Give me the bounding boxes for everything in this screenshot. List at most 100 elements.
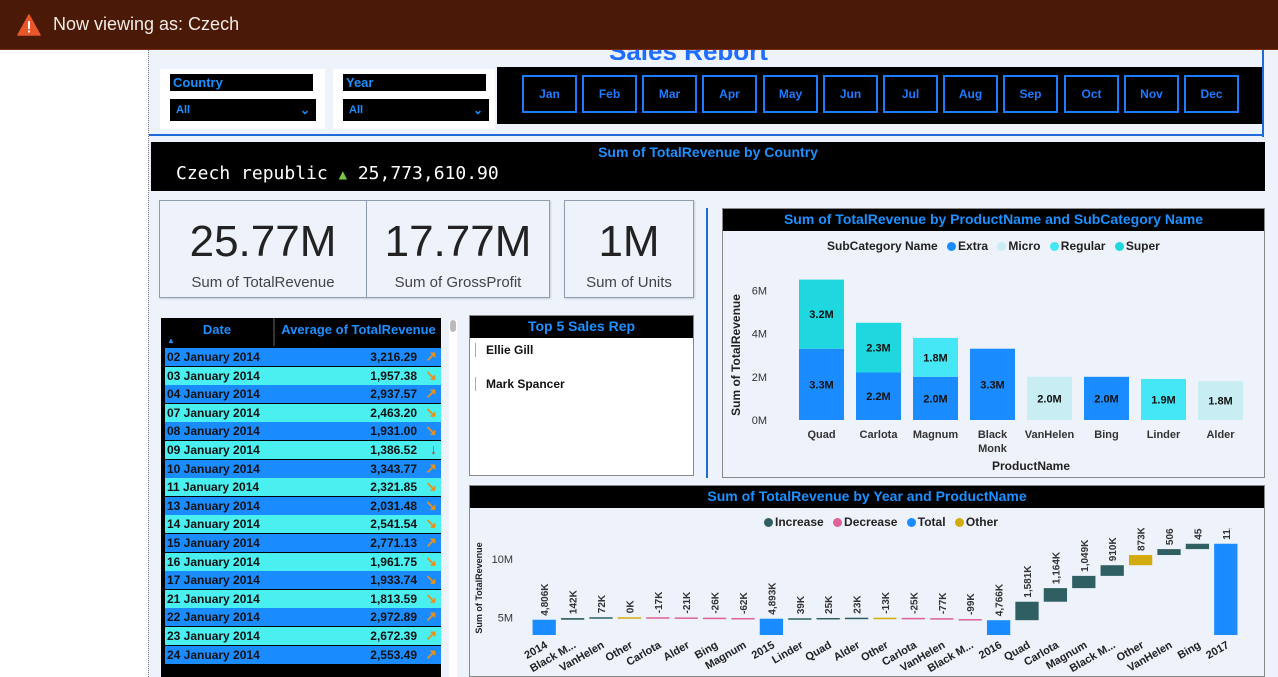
month-button-oct[interactable]: Oct: [1064, 75, 1119, 113]
table-row[interactable]: 24 January 2014 2,553.49 ↗: [165, 645, 441, 664]
row-date: 09 January 2014: [167, 443, 260, 457]
row-value: 1,933.74: [370, 573, 417, 588]
waterfall-bar: [646, 617, 670, 619]
waterfall-bar: [1015, 601, 1039, 621]
table-row[interactable]: 14 January 2014 2,541.54 ↘: [165, 515, 441, 534]
row-date: 23 January 2014: [167, 629, 260, 643]
scrollbar-thumb[interactable]: [450, 320, 456, 332]
row-date: 03 January 2014: [167, 368, 260, 383]
table-row[interactable]: 08 January 2014 1,931.00 ↘: [165, 422, 441, 441]
row-value: 2,771.13: [370, 536, 417, 550]
month-button-jan[interactable]: Jan: [522, 75, 577, 113]
month-button-mar[interactable]: Mar: [642, 75, 697, 113]
country-dropdown-value: All: [176, 104, 191, 116]
report-title-clip: Sales Report: [609, 50, 809, 60]
divider-line: [1262, 50, 1264, 137]
legend-item[interactable]: Total: [918, 515, 946, 529]
data-label: 873K: [1137, 528, 1148, 551]
table-row[interactable]: 10 January 2014 3,343.77 ↗: [165, 459, 441, 478]
month-button-feb[interactable]: Feb: [582, 75, 637, 113]
data-label: 39K: [796, 595, 807, 614]
row-value: 2,553.49: [370, 647, 417, 662]
column-header-date[interactable]: Date: [161, 322, 273, 337]
month-button-jul[interactable]: Jul: [883, 75, 938, 113]
row-date: 02 January 2014: [167, 350, 260, 364]
x-tick-label: Linder: [770, 639, 806, 667]
legend-item[interactable]: Decrease: [844, 515, 897, 529]
month-button-apr[interactable]: Apr: [702, 75, 757, 113]
x-tick-label: Alder: [1206, 429, 1235, 441]
data-label: 2.0M: [923, 393, 947, 405]
month-button-may[interactable]: May: [763, 75, 818, 113]
x-tick-label: Black: [978, 429, 1008, 441]
table-row[interactable]: 23 January 2014 2,672.39 ↗: [165, 627, 441, 645]
data-label: -77K: [938, 592, 949, 614]
x-tick-label: Monk: [978, 443, 1008, 455]
country-dropdown[interactable]: All ⌄: [170, 99, 316, 121]
table-row[interactable]: 04 January 2014 2,937.57 ↗: [165, 385, 441, 404]
kpi-total-revenue: 25.77M Sum of TotalRevenue: [159, 200, 367, 298]
waterfall-bar: [702, 617, 727, 620]
month-button-jun[interactable]: Jun: [823, 75, 878, 113]
table-row[interactable]: 02 January 2014 3,216.29 ↗: [165, 348, 441, 366]
stacked-bar-chart: 0M 2M 4M 6M Sum of TotalRevenue 3.3M 3.2M Quad 2…: [729, 279, 1243, 473]
data-label: 4,893K: [767, 582, 778, 615]
table-row[interactable]: 21 January 2014 1,813.59 ↘: [165, 589, 441, 608]
country-revenue-card: Sum of TotalRevenue by Country Czech rep…: [151, 142, 1265, 191]
table-row[interactable]: 13 January 2014 2,031.48 ↘: [165, 496, 441, 515]
x-tick-label: Carlota: [860, 429, 899, 441]
month-button-sep[interactable]: Sep: [1003, 75, 1058, 113]
country-card-title: Sum of TotalRevenue by Country: [598, 144, 818, 160]
data-label: -62K: [739, 592, 750, 614]
trend-up-icon: ↗: [425, 608, 437, 625]
year-slicer: Year All ⌄: [333, 69, 495, 129]
legend-item[interactable]: Other: [966, 515, 998, 529]
data-label: 23K: [853, 595, 864, 614]
year-dropdown[interactable]: All ⌄: [343, 99, 489, 121]
month-button-aug[interactable]: Aug: [943, 75, 998, 113]
waterfall-bar: [560, 618, 585, 620]
legend-item[interactable]: Increase: [775, 515, 824, 529]
table-row[interactable]: 17 January 2014 1,933.74 ↘: [165, 571, 441, 590]
kpi-gross-profit: 17.77M Sum of GrossProfit: [366, 200, 550, 298]
y-tick-label: 4M: [752, 329, 767, 341]
data-label: 0K: [625, 600, 636, 614]
sales-rep-item[interactable]: Mark Spancer: [475, 377, 565, 391]
country-card-value: Czech republic ▲ 25,773,610.90: [176, 163, 499, 184]
y-axis-title: Sum of TotalRevenue: [474, 542, 484, 633]
chart-title: Sum of TotalRevenue by ProductName and S…: [723, 209, 1264, 231]
kpi-label: Sum of TotalRevenue: [191, 274, 335, 291]
waterfall-bar: [1185, 543, 1210, 550]
product-subcategory-chart-panel: Sum of TotalRevenue by ProductName and S…: [722, 208, 1265, 478]
table-row[interactable]: 22 January 2014 2,972.89 ↗: [165, 608, 441, 627]
data-label: 1.8M: [1208, 396, 1232, 408]
table-row[interactable]: 09 January 2014 1,386.52 ↓: [165, 441, 441, 459]
trend-up-icon: ↗: [425, 534, 437, 550]
month-button-nov[interactable]: Nov: [1124, 75, 1179, 113]
waterfall-bar: [873, 617, 897, 620]
trend-down-icon: ↘: [425, 496, 437, 513]
table-row[interactable]: 15 January 2014 2,771.13 ↗: [165, 534, 441, 552]
data-label: 458K: [1193, 528, 1204, 540]
report-canvas: Sales Report Country All ⌄ Year All ⌄ Ja…: [148, 50, 1278, 677]
row-date: 08 January 2014: [167, 424, 260, 439]
table-row[interactable]: 03 January 2014 1,957.38 ↘: [165, 366, 441, 385]
table-row[interactable]: 11 January 2014 2,321.85 ↘: [165, 478, 441, 497]
column-header-avg-revenue[interactable]: Average of TotalRevenue: [276, 322, 441, 337]
table-row[interactable]: 16 January 2014 1,961.75 ↘: [165, 552, 441, 571]
waterfall-bar: [958, 619, 982, 621]
waterfall-chart-panel: Sum of TotalRevenue by Year and ProductN…: [469, 485, 1265, 677]
x-tick-label: Alder: [661, 639, 692, 664]
row-value: 2,972.89: [370, 610, 417, 625]
table-scrollbar[interactable]: [449, 320, 457, 677]
month-button-dec[interactable]: Dec: [1184, 75, 1239, 113]
trend-down-icon: ↘: [425, 478, 437, 495]
divider-line: [149, 134, 1264, 136]
row-date: 13 January 2014: [167, 498, 260, 513]
sales-rep-item[interactable]: Ellie Gill: [475, 343, 533, 357]
country-revenue-value: 25,773,610.90: [357, 163, 499, 184]
table-row[interactable]: 07 January 2014 2,463.20 ↘: [165, 403, 441, 422]
data-label: 1,049K: [1080, 539, 1091, 572]
data-label: 1.8M: [923, 352, 947, 364]
top5-title: Top 5 Sales Rep: [470, 316, 693, 338]
